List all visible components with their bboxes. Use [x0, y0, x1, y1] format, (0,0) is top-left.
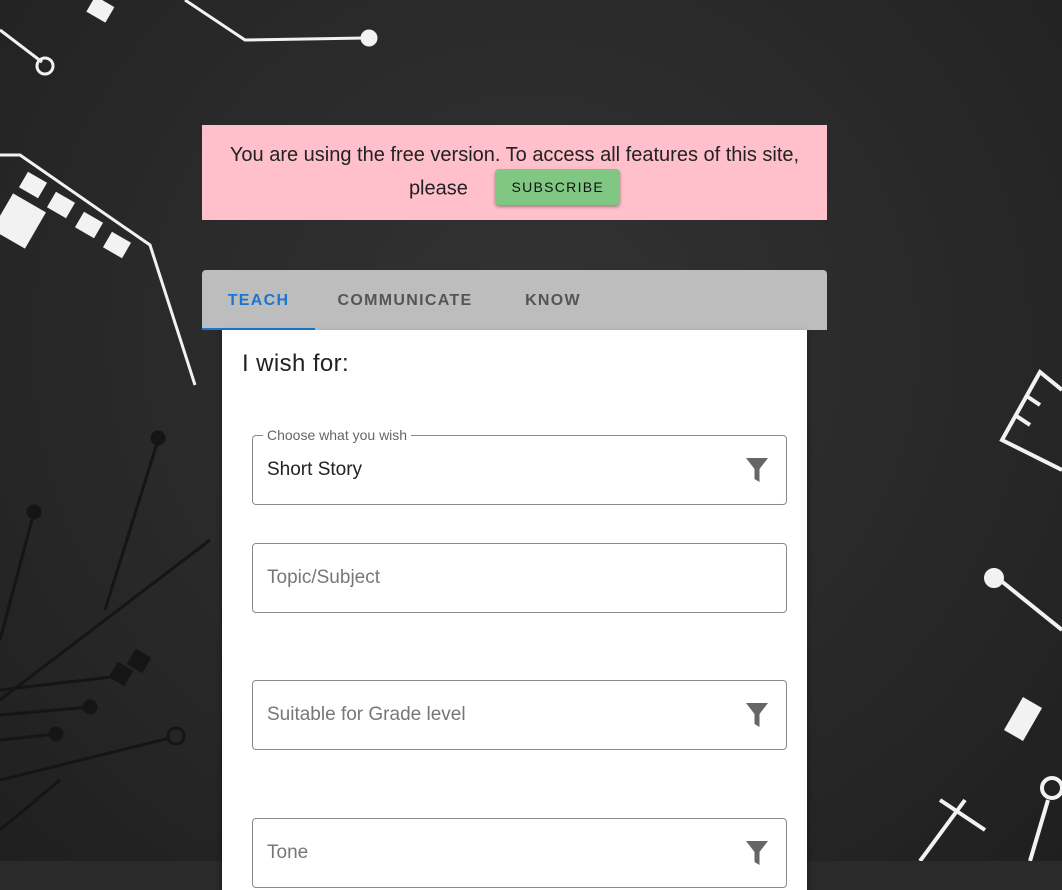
topic-input[interactable] — [267, 562, 747, 594]
grade-level-select[interactable] — [252, 680, 787, 750]
filter-icon[interactable] — [746, 458, 768, 484]
form-title: I wish for: — [242, 350, 350, 377]
topic-field[interactable] — [252, 543, 787, 613]
tab-know[interactable]: KNOW — [514, 270, 592, 330]
tone-input[interactable] — [267, 837, 747, 869]
free-version-banner: You are using the free version. To acces… — [202, 125, 827, 220]
tab-teach[interactable]: TEACH — [202, 270, 315, 330]
grade-level-input[interactable] — [267, 699, 747, 731]
wish-select-label: Choose what you wish — [263, 427, 412, 443]
subscribe-button[interactable]: SUBSCRIBE — [495, 169, 621, 205]
filter-icon[interactable] — [746, 841, 768, 867]
tone-select[interactable] — [252, 818, 787, 888]
wish-form-card: I wish for: Choose what you wish Short S… — [222, 330, 807, 890]
tab-communicate[interactable]: COMMUNICATE — [326, 270, 484, 330]
wish-select-value: Short Story — [267, 459, 363, 480]
tab-bar: TEACH COMMUNICATE KNOW — [202, 270, 827, 330]
filter-icon[interactable] — [746, 703, 768, 729]
wish-select[interactable]: Choose what you wish Short Story — [252, 427, 787, 505]
